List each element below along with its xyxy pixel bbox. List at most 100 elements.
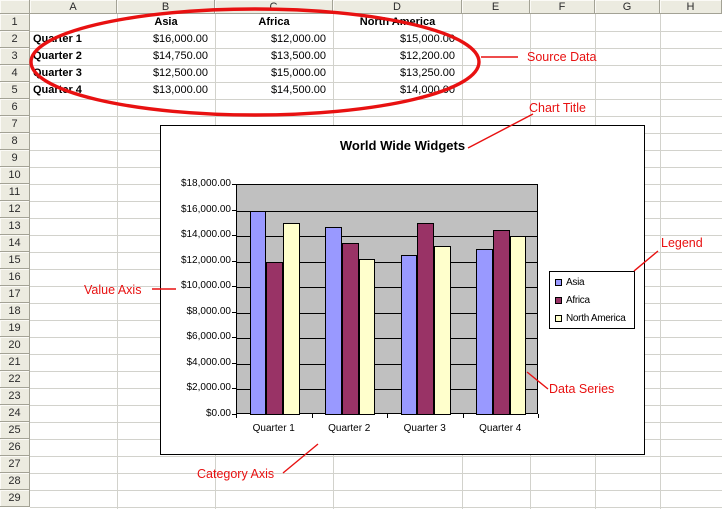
cell-B4[interactable]: $12,500.00: [117, 65, 215, 82]
category-axis-tick-label: Quarter 2: [328, 423, 371, 434]
cell-D5[interactable]: $14,000.00: [333, 82, 462, 99]
row-header-9[interactable]: 9: [0, 150, 30, 167]
chart-legend[interactable]: Asia Africa North America: [549, 271, 635, 329]
bar-asia-quarter-1[interactable]: [249, 210, 267, 415]
value-axis-tick-label: $6,000.00: [186, 331, 232, 343]
row-header-16[interactable]: 16: [0, 269, 30, 286]
row-header-28[interactable]: 28: [0, 473, 30, 490]
row-header-23[interactable]: 23: [0, 388, 30, 405]
legend-swatch-africa: [555, 296, 562, 304]
cell-D4[interactable]: $13,250.00: [333, 65, 462, 82]
chart-title[interactable]: World Wide Widgets: [161, 138, 644, 153]
plot-area[interactable]: [236, 184, 538, 415]
row-header-21[interactable]: 21: [0, 354, 30, 371]
bar-africa-quarter-1[interactable]: [266, 261, 284, 415]
column-header-A[interactable]: A: [30, 0, 117, 14]
bar-asia-quarter-3[interactable]: [400, 255, 418, 415]
bar-asia-quarter-4[interactable]: [476, 248, 493, 415]
cell-D2[interactable]: $15,000.00: [333, 31, 462, 48]
row-header-19[interactable]: 19: [0, 320, 30, 337]
row-header-15[interactable]: 15: [0, 252, 30, 269]
row-header-29[interactable]: 29: [0, 490, 30, 507]
row-header-1[interactable]: 1: [0, 14, 30, 31]
legend-item-north-america[interactable]: North America: [555, 312, 626, 324]
bar-africa-quarter-2[interactable]: [341, 242, 359, 415]
row-header-26[interactable]: 26: [0, 439, 30, 456]
cell-D3[interactable]: $12,200.00: [333, 48, 462, 65]
gridline: [30, 507, 722, 508]
row-header-11[interactable]: 11: [0, 184, 30, 201]
bar-north-america-quarter-3[interactable]: [434, 245, 451, 415]
column-header-F[interactable]: F: [530, 0, 595, 14]
row-header-7[interactable]: 7: [0, 116, 30, 133]
row-header-4[interactable]: 4: [0, 65, 30, 82]
cell-B1[interactable]: Asia: [117, 14, 215, 31]
row-header-18[interactable]: 18: [0, 303, 30, 320]
row-header-10[interactable]: 10: [0, 167, 30, 184]
row-header-27[interactable]: 27: [0, 456, 30, 473]
column-header-D[interactable]: D: [333, 0, 462, 14]
cell-D1[interactable]: North America: [333, 14, 462, 31]
bar-north-america-quarter-4[interactable]: [509, 236, 527, 415]
category-axis-tick-label: Quarter 4: [479, 423, 522, 434]
cell-A4[interactable]: Quarter 3: [30, 65, 117, 82]
row-header-3[interactable]: 3: [0, 48, 30, 65]
row-header-2[interactable]: 2: [0, 31, 30, 48]
column-header-C[interactable]: C: [215, 0, 333, 14]
category-axis-tick: [311, 414, 313, 418]
row-header-12[interactable]: 12: [0, 201, 30, 218]
row-header-6[interactable]: 6: [0, 99, 30, 116]
legend-label: Asia: [566, 276, 585, 288]
cell-B3[interactable]: $14,750.00: [117, 48, 215, 65]
category-axis-tick: [236, 414, 237, 418]
cell-C5[interactable]: $14,500.00: [215, 82, 333, 99]
cell-C2[interactable]: $12,000.00: [215, 31, 333, 48]
row-header-5[interactable]: 5: [0, 82, 30, 99]
bar-asia-quarter-2[interactable]: [325, 226, 342, 415]
legend-label: Africa: [566, 294, 590, 306]
column-header-H[interactable]: H: [660, 0, 722, 14]
row-header-25[interactable]: 25: [0, 422, 30, 439]
value-axis-tick-label: $14,000.00: [180, 229, 231, 241]
cell-B2[interactable]: $16,000.00: [117, 31, 215, 48]
category-axis-tick: [462, 414, 464, 418]
value-axis-tick-label: $12,000.00: [180, 254, 231, 266]
cell-B5[interactable]: $13,000.00: [117, 82, 215, 99]
value-axis-tick-label: $0.00: [205, 408, 231, 419]
legend-item-asia[interactable]: Asia: [555, 276, 585, 288]
gridline: [30, 473, 722, 474]
gridline: [30, 99, 722, 100]
bar-north-america-quarter-1[interactable]: [283, 223, 300, 415]
row-header-24[interactable]: 24: [0, 405, 30, 422]
bar-africa-quarter-3[interactable]: [417, 223, 435, 415]
cell-C3[interactable]: $13,500.00: [215, 48, 333, 65]
cell-A3[interactable]: Quarter 2: [30, 48, 117, 65]
plot-gridline: [237, 210, 537, 212]
row-header-20[interactable]: 20: [0, 337, 30, 354]
category-axis-tick: [538, 414, 539, 418]
gridline: [30, 490, 722, 491]
value-axis-tick-label: $2,000.00: [186, 382, 232, 394]
cell-C4[interactable]: $15,000.00: [215, 65, 333, 82]
legend-swatch-asia: [555, 278, 562, 286]
column-header-G[interactable]: G: [595, 0, 660, 14]
category-axis-tick-label: Quarter 3: [403, 423, 446, 434]
legend-item-africa[interactable]: Africa: [555, 294, 590, 306]
bar-africa-quarter-4[interactable]: [492, 229, 510, 415]
row-header-13[interactable]: 13: [0, 218, 30, 235]
row-header-8[interactable]: 8: [0, 133, 30, 150]
cell-A2[interactable]: Quarter 1: [30, 31, 117, 48]
row-header-17[interactable]: 17: [0, 286, 30, 303]
column-header-E[interactable]: E: [462, 0, 530, 14]
cell-C1[interactable]: Africa: [215, 14, 333, 31]
chart-object[interactable]: World Wide Widgets $0.00 $2,000.00 $4,000.…: [160, 125, 645, 455]
bar-north-america-quarter-2[interactable]: [358, 259, 376, 415]
select-all-corner[interactable]: [0, 0, 30, 14]
annotation-chart-title: Chart Title: [529, 101, 586, 115]
value-axis-tick-label: $8,000.00: [186, 305, 232, 317]
row-header-22[interactable]: 22: [0, 371, 30, 388]
gridline: [660, 14, 661, 509]
cell-A5[interactable]: Quarter 4: [30, 82, 117, 99]
column-header-B[interactable]: B: [117, 0, 215, 14]
row-header-14[interactable]: 14: [0, 235, 30, 252]
